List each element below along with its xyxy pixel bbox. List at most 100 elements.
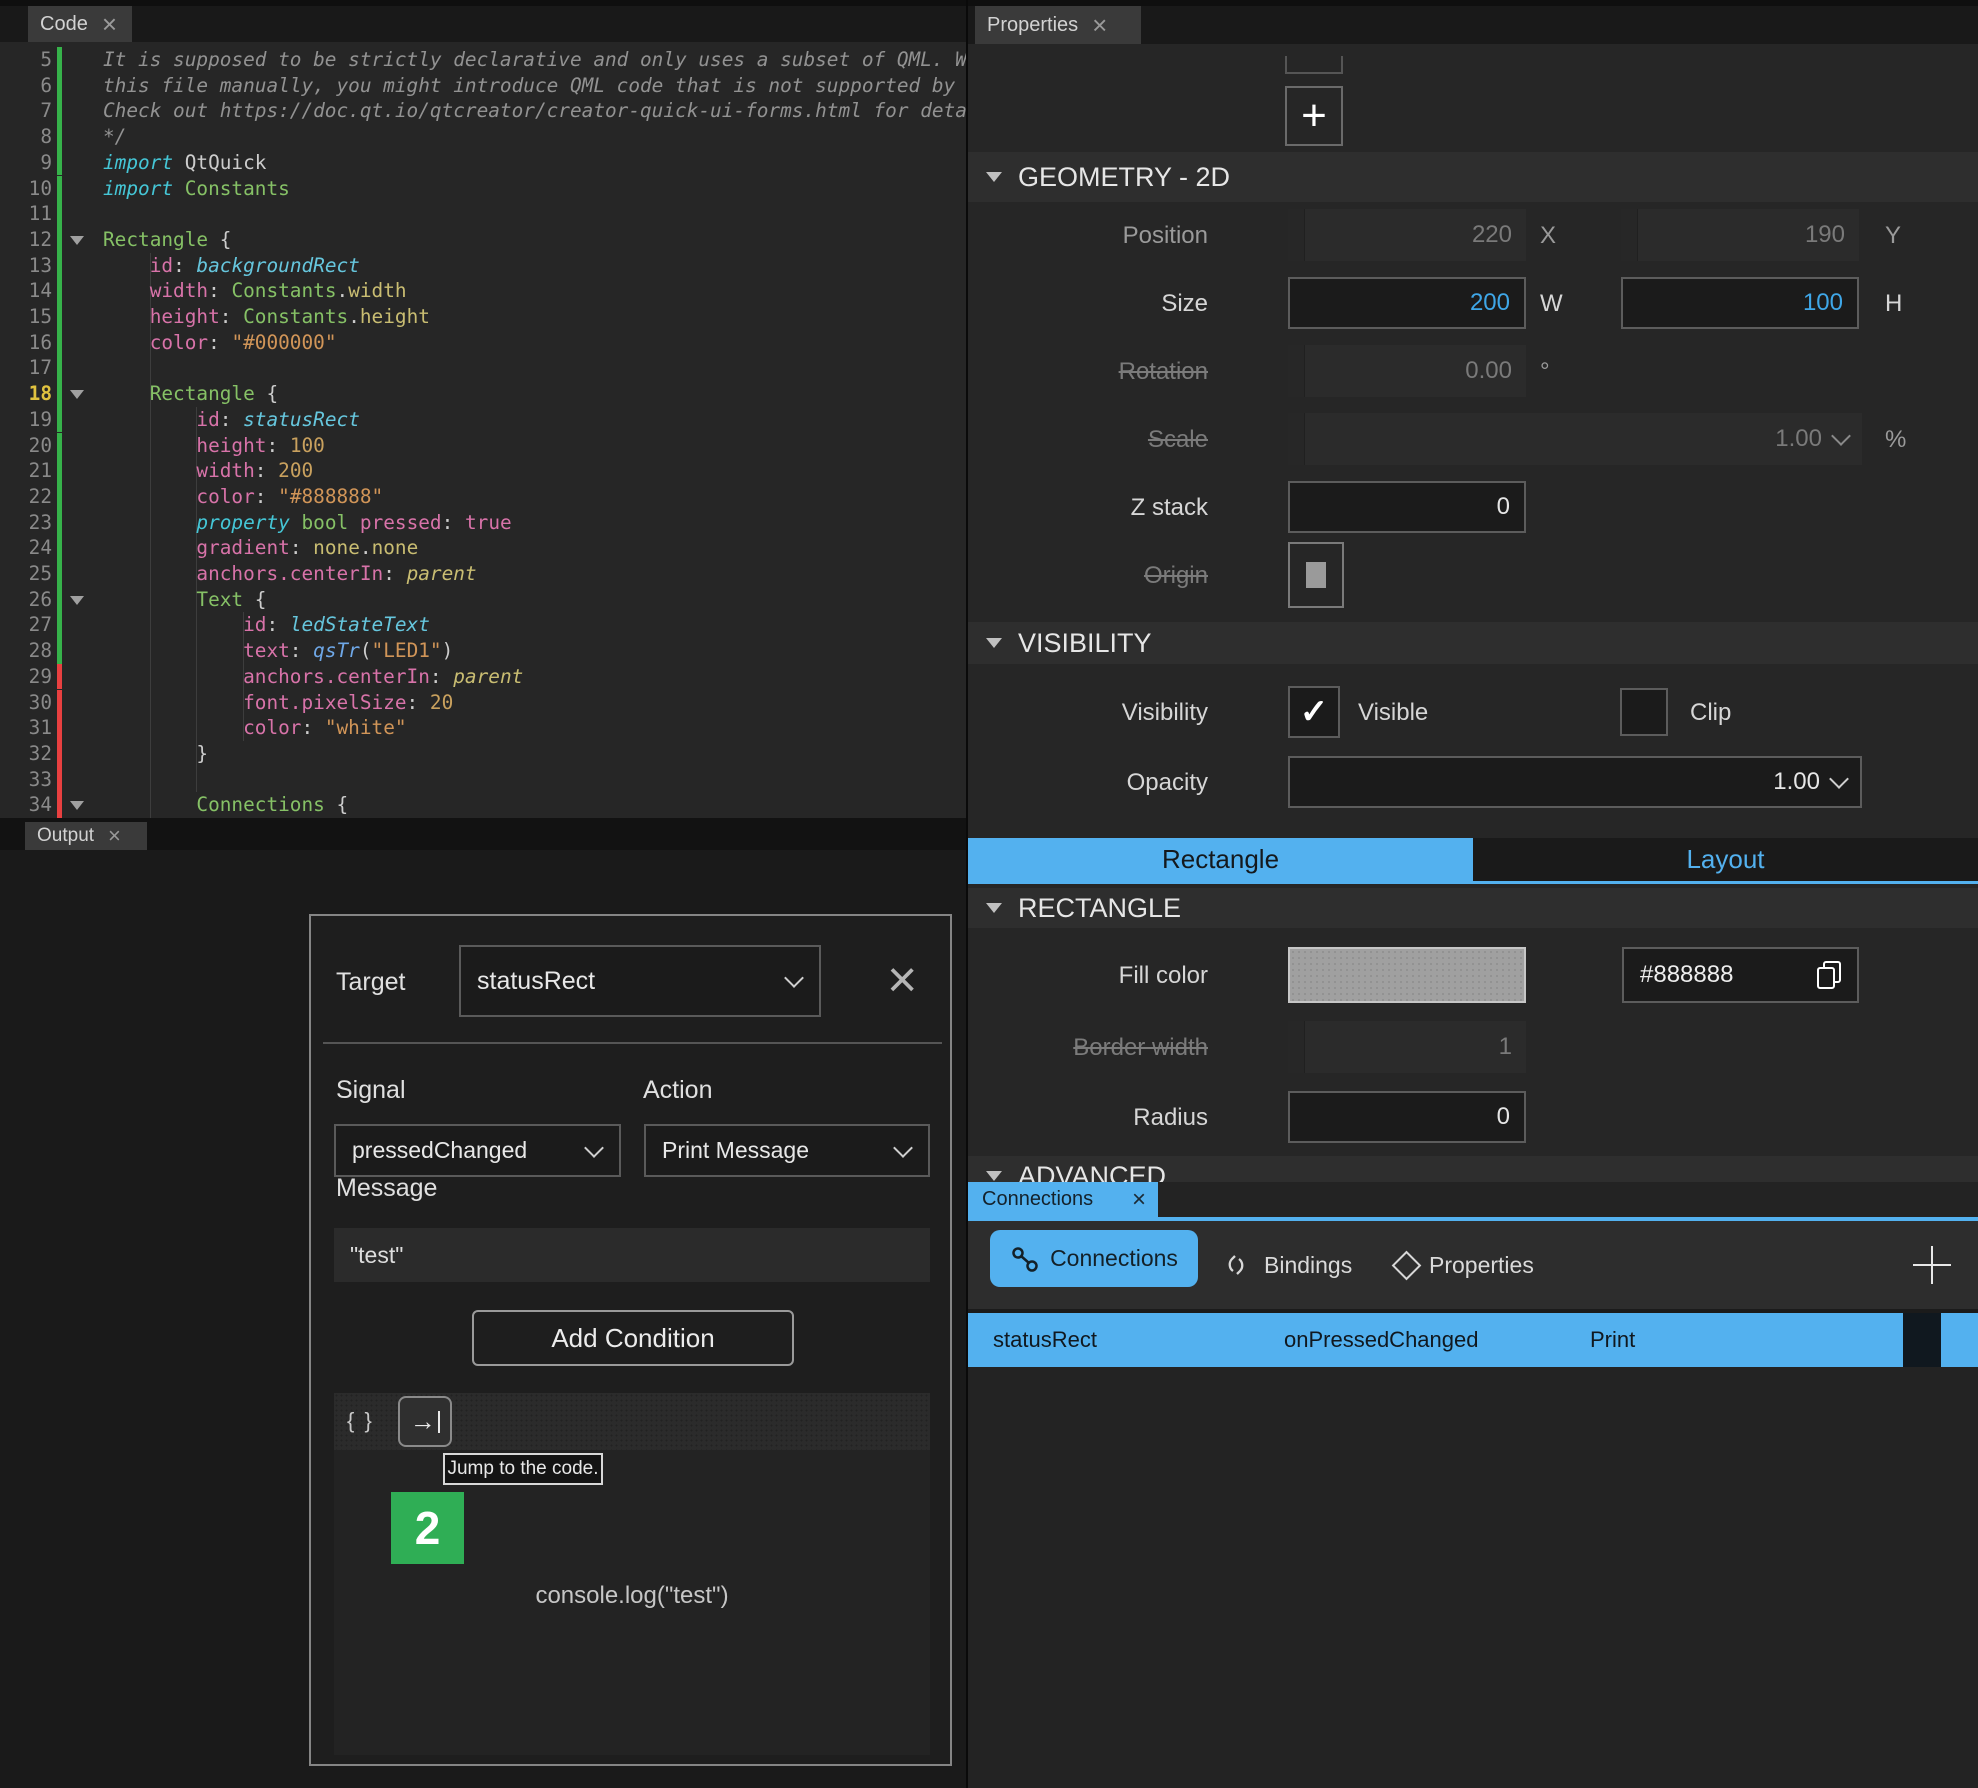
border-width-field[interactable]: 1	[1288, 1021, 1526, 1073]
code-text: id: ledStateText	[103, 612, 430, 638]
code-line-15[interactable]: 15 height: Constants.height	[0, 304, 966, 330]
code-line-19[interactable]: 19 id: statusRect	[0, 407, 966, 433]
section-visibility[interactable]: VISIBILITY	[968, 622, 1978, 664]
unit-y: Y	[1885, 222, 1901, 250]
scale-field[interactable]: 1.00	[1288, 413, 1862, 465]
rotation-field[interactable]: 0.00	[1288, 345, 1526, 397]
code-line-14[interactable]: 14 width: Constants.width	[0, 278, 966, 304]
clip-checkbox[interactable]	[1620, 688, 1668, 736]
dialog-close-icon[interactable]: ×	[887, 954, 917, 1006]
add-item-button[interactable]: +	[1285, 86, 1343, 146]
position-x-field[interactable]: 220	[1288, 209, 1526, 261]
close-icon[interactable]: ×	[108, 825, 121, 847]
code-line-10[interactable]: 10import Constants	[0, 176, 966, 202]
code-line-6[interactable]: 6this file manually, you might introduce…	[0, 73, 966, 99]
code-line-24[interactable]: 24 gradient: none.none	[0, 535, 966, 561]
radius-field[interactable]: 0	[1288, 1091, 1526, 1143]
code-line-20[interactable]: 20 height: 100	[0, 433, 966, 459]
line-number-badge: 2	[391, 1492, 464, 1564]
section-rectangle[interactable]: RECTANGLE	[968, 888, 1978, 928]
code-line-18[interactable]: 18 Rectangle {	[0, 381, 966, 407]
vcs-change-bar	[57, 458, 62, 484]
tab-output[interactable]: Output ×	[25, 822, 147, 850]
target-dropdown[interactable]: statusRect	[459, 945, 821, 1017]
code-text: color: "#888888"	[103, 484, 383, 510]
properties-view-button[interactable]: Properties	[1396, 1221, 1534, 1309]
tab-layout[interactable]: Layout	[1473, 838, 1978, 881]
condition-code-editor[interactable]: { } → 2 console.log("test")	[334, 1393, 930, 1755]
close-icon[interactable]: ×	[1092, 12, 1107, 38]
border-width-value: 1	[1499, 1033, 1512, 1061]
connections-view-button[interactable]: Connections	[990, 1230, 1198, 1287]
close-icon[interactable]: ×	[1132, 1188, 1146, 1212]
target-label: Target	[336, 968, 405, 997]
code-line-12[interactable]: 12Rectangle {	[0, 227, 966, 253]
code-line-23[interactable]: 23 property bool pressed: true	[0, 510, 966, 536]
fold-marker-icon[interactable]	[70, 390, 84, 399]
line-number: 13	[0, 253, 52, 279]
signal-dropdown[interactable]: pressedChanged	[334, 1124, 621, 1177]
code-line-9[interactable]: 9import QtQuick	[0, 150, 966, 176]
code-line-7[interactable]: 7Check out https://doc.qt.io/qtcreator/c…	[0, 98, 966, 124]
origin-button[interactable]	[1288, 542, 1344, 608]
copy-icon[interactable]	[1817, 961, 1841, 989]
code-line-5[interactable]: 5It is supposed to be strictly declarati…	[0, 47, 966, 73]
code-line-13[interactable]: 13 id: backgroundRect	[0, 253, 966, 279]
size-h-field[interactable]: 100	[1621, 277, 1859, 329]
close-icon[interactable]: ×	[102, 11, 117, 37]
bindings-view-button[interactable]: Bindings	[1220, 1221, 1352, 1309]
tab-code[interactable]: Code ×	[28, 6, 132, 42]
line-number: 20	[0, 433, 52, 459]
condition-code-line[interactable]: console.log("test")	[334, 1582, 930, 1610]
line-number: 5	[0, 47, 52, 73]
code-line-25[interactable]: 25 anchors.centerIn: parent	[0, 561, 966, 587]
tab-connections[interactable]: Connections ×	[968, 1182, 1158, 1217]
action-dropdown[interactable]: Print Message	[644, 1124, 930, 1177]
vcs-change-bar	[57, 176, 62, 202]
zstack-field[interactable]: 0	[1288, 481, 1526, 533]
code-line-22[interactable]: 22 color: "#888888"	[0, 484, 966, 510]
code-line-30[interactable]: 30 font.pixelSize: 20	[0, 690, 966, 716]
code-text: Rectangle {	[103, 381, 278, 407]
line-number: 18	[0, 381, 52, 407]
rotation-value: 0.00	[1465, 357, 1512, 385]
fold-marker-icon[interactable]	[70, 236, 84, 245]
braces-icon[interactable]: { }	[347, 1408, 374, 1434]
code-line-16[interactable]: 16 color: "#000000"	[0, 330, 966, 356]
fold-marker-icon[interactable]	[70, 801, 84, 810]
code-line-17[interactable]: 17	[0, 355, 966, 381]
add-condition-button[interactable]: Add Condition	[472, 1310, 794, 1366]
code-line-32[interactable]: 32 }	[0, 741, 966, 767]
code-line-21[interactable]: 21 width: 200	[0, 458, 966, 484]
opacity-field[interactable]: 1.00	[1288, 756, 1862, 808]
code-line-27[interactable]: 27 id: ledStateText	[0, 612, 966, 638]
code-line-29[interactable]: 29 anchors.centerIn: parent	[0, 664, 966, 690]
code-text: height: Constants.height	[103, 304, 430, 330]
code-line-11[interactable]: 11	[0, 201, 966, 227]
vcs-change-bar	[57, 664, 62, 690]
code-line-31[interactable]: 31 color: "white"	[0, 715, 966, 741]
message-input[interactable]: "test"	[334, 1228, 930, 1282]
tab-properties[interactable]: Properties ×	[975, 6, 1141, 44]
fill-color-swatch[interactable]	[1288, 947, 1526, 1003]
visible-checkbox[interactable]: ✓	[1288, 686, 1340, 738]
tab-rectangle[interactable]: Rectangle	[968, 838, 1473, 881]
chevron-down-icon	[784, 968, 804, 988]
fold-marker-icon[interactable]	[70, 596, 84, 605]
size-w-field[interactable]: 200	[1288, 277, 1526, 329]
code-line-28[interactable]: 28 text: qsTr("LED1")	[0, 638, 966, 664]
code-editor-content[interactable]: 5It is supposed to be strictly declarati…	[0, 42, 966, 818]
section-geometry-2d[interactable]: GEOMETRY - 2D	[968, 152, 1978, 202]
vcs-change-bar	[57, 510, 62, 536]
jump-to-code-button[interactable]: →	[398, 1396, 452, 1447]
fill-hex-field[interactable]: #888888	[1622, 947, 1859, 1003]
collapse-triangle-icon	[986, 172, 1002, 182]
add-connection-button[interactable]	[1913, 1246, 1951, 1284]
code-line-8[interactable]: 8*/	[0, 124, 966, 150]
remove-connection-icon[interactable]	[1903, 1313, 1941, 1367]
connection-row-selected[interactable]: statusRect onPressedChanged Print	[968, 1313, 1978, 1367]
code-line-33[interactable]: 33	[0, 767, 966, 793]
code-line-34[interactable]: 34 Connections {	[0, 792, 966, 818]
code-line-26[interactable]: 26 Text {	[0, 587, 966, 613]
position-y-field[interactable]: 190	[1621, 209, 1859, 261]
